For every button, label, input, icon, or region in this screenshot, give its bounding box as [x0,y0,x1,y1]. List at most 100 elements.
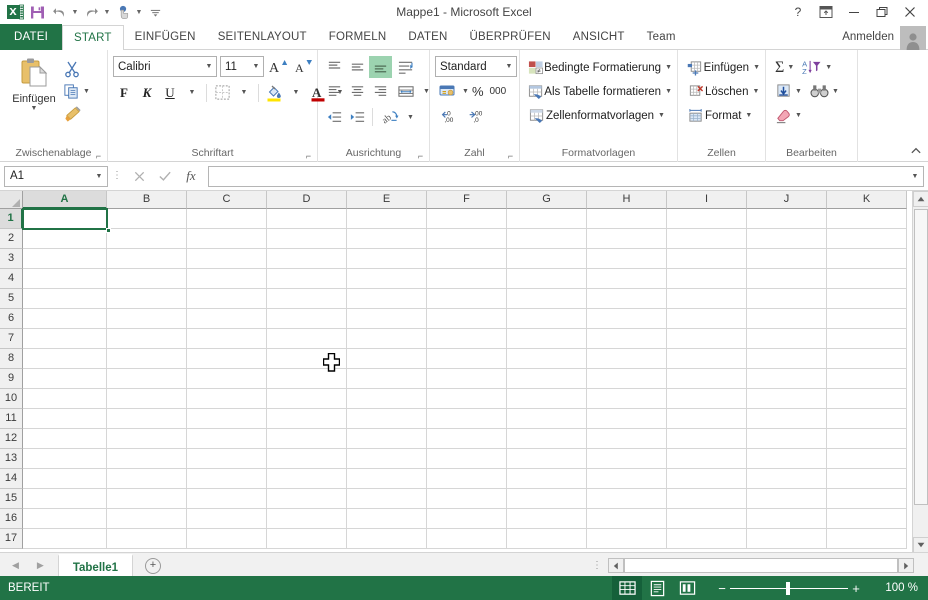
cell-H16[interactable] [587,509,667,529]
cell-G2[interactable] [507,229,587,249]
cell-K15[interactable] [827,489,907,509]
cell-K11[interactable] [827,409,907,429]
font-dialog-launcher-icon[interactable]: ⌐ [304,152,313,161]
format-cells-dropdown-icon[interactable]: ▼ [745,112,752,119]
row-header-14[interactable]: 14 [0,469,23,489]
column-header-a[interactable]: A [23,191,107,209]
cell-G6[interactable] [507,309,587,329]
horizontal-scrollbar[interactable] [608,558,914,573]
cell-H10[interactable] [587,389,667,409]
cell-H4[interactable] [587,269,667,289]
number-dialog-launcher-icon[interactable]: ⌐ [506,152,515,161]
select-all-corner[interactable] [0,191,23,209]
cell-F1[interactable] [427,209,507,229]
close-icon[interactable] [896,1,924,23]
clipboard-dialog-launcher-icon[interactable]: ⌐ [94,152,103,161]
cell-I8[interactable] [667,349,747,369]
decrease-indent-button[interactable] [323,106,346,128]
minimize-icon[interactable] [840,1,868,23]
cell-D11[interactable] [267,409,347,429]
cell-H1[interactable] [587,209,667,229]
cell-J7[interactable] [747,329,827,349]
cancel-formula-button[interactable] [126,166,152,187]
zoom-out-button[interactable]: − [714,581,730,596]
tab-formeln[interactable]: FORMELN [318,24,398,50]
cell-G16[interactable] [507,509,587,529]
cell-B15[interactable] [107,489,187,509]
cell-F16[interactable] [427,509,507,529]
grow-font-button[interactable]: A [267,56,289,77]
row-header-1[interactable]: 1 [0,209,23,229]
cell-A10[interactable] [23,389,107,409]
cell-E11[interactable] [347,409,427,429]
cell-C6[interactable] [187,309,267,329]
cell-F4[interactable] [427,269,507,289]
cell-C8[interactable] [187,349,267,369]
cell-K3[interactable] [827,249,907,269]
cell-I9[interactable] [667,369,747,389]
cell-F14[interactable] [427,469,507,489]
bold-button[interactable]: F [113,82,135,103]
cell-F9[interactable] [427,369,507,389]
copy-button[interactable]: ▼ [63,81,90,102]
enter-formula-button[interactable] [152,166,178,187]
cell-C3[interactable] [187,249,267,269]
row-header-16[interactable]: 16 [0,509,23,529]
cell-G12[interactable] [507,429,587,449]
cell-G17[interactable] [507,529,587,549]
align-center-button[interactable] [346,80,369,102]
fill-color-button[interactable] [263,82,285,103]
page-layout-view-icon[interactable] [642,576,672,600]
cell-I14[interactable] [667,469,747,489]
column-header-k[interactable]: K [827,191,907,209]
merge-dropdown-icon[interactable]: ▼ [423,88,430,95]
shrink-font-button[interactable]: A [292,56,314,77]
cell-H14[interactable] [587,469,667,489]
increase-decimal-button[interactable]: 0 ,00 [435,105,463,127]
cell-B13[interactable] [107,449,187,469]
tab-seitenlayout[interactable]: SEITENLAYOUT [207,24,318,50]
cell-I6[interactable] [667,309,747,329]
cell-G7[interactable] [507,329,587,349]
cell-I12[interactable] [667,429,747,449]
cell-H9[interactable] [587,369,667,389]
conditional-formatting-dropdown-icon[interactable]: ▼ [665,64,672,71]
avatar[interactable] [900,26,926,50]
cell-I4[interactable] [667,269,747,289]
cell-G15[interactable] [507,489,587,509]
cell-G9[interactable] [507,369,587,389]
borders-button[interactable] [211,82,233,103]
cell-E10[interactable] [347,389,427,409]
font-name-dropdown-icon[interactable]: ▼ [202,63,216,70]
add-sheet-button[interactable]: + [145,557,162,574]
cell-E3[interactable] [347,249,427,269]
cell-G14[interactable] [507,469,587,489]
cell-D1[interactable] [267,209,347,229]
cell-G13[interactable] [507,449,587,469]
autosum-button[interactable]: Σ [775,59,784,77]
cell-J11[interactable] [747,409,827,429]
cell-A5[interactable] [23,289,107,309]
cell-J5[interactable] [747,289,827,309]
cell-J3[interactable] [747,249,827,269]
cell-E12[interactable] [347,429,427,449]
tab-team[interactable]: Team [636,24,687,50]
cell-A16[interactable] [23,509,107,529]
cell-A4[interactable] [23,269,107,289]
cell-B11[interactable] [107,409,187,429]
conditional-formatting-button[interactable]: ≠ Bedingte Formatierung ▼ [527,56,672,79]
cell-D14[interactable] [267,469,347,489]
cell-F3[interactable] [427,249,507,269]
align-left-button[interactable] [323,80,346,102]
cell-D7[interactable] [267,329,347,349]
row-header-4[interactable]: 4 [0,269,23,289]
increase-indent-button[interactable] [346,106,369,128]
cell-K5[interactable] [827,289,907,309]
cell-D10[interactable] [267,389,347,409]
cell-C14[interactable] [187,469,267,489]
cell-K12[interactable] [827,429,907,449]
cell-E4[interactable] [347,269,427,289]
align-top-button[interactable] [323,56,346,78]
cell-B8[interactable] [107,349,187,369]
cell-A17[interactable] [23,529,107,549]
